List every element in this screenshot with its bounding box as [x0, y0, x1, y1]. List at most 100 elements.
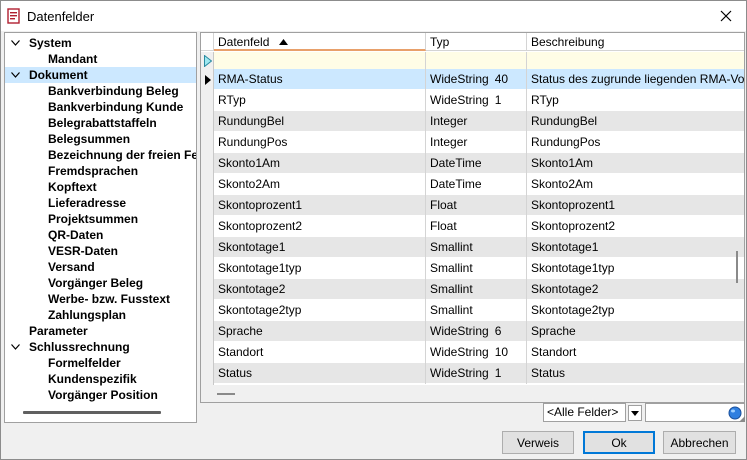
cell-typ-size: 6	[494, 324, 502, 338]
tree-node[interactable]: Vorgänger Position	[5, 387, 196, 403]
tree-node-label: Belegrabattstaffeln	[48, 116, 157, 130]
tree-node-label: Formelfelder	[48, 356, 121, 370]
cell-typ-name: Float	[430, 198, 457, 212]
grid-header: Datenfeld Typ Beschreibung	[201, 33, 744, 51]
abbrechen-button[interactable]: Abbrechen	[663, 431, 736, 454]
tree-node[interactable]: Projektsummen	[5, 211, 196, 227]
tree-node-label: Parameter	[29, 324, 88, 338]
tree-node-label: Lieferadresse	[48, 196, 127, 210]
table-row[interactable]: Skontoprozent2 Float Skontoprozent2	[214, 216, 744, 237]
field-category-tree[interactable]: System Mandant Dokument Bankverbindung Bele…	[4, 32, 197, 423]
cell-typ-name: Integer	[430, 114, 468, 128]
cell-typ: WideString 1	[426, 90, 527, 111]
table-row[interactable]: RMA-Status WideString 40 Status des zugrund…	[214, 69, 744, 90]
verweis-button[interactable]: Verweis	[502, 431, 574, 454]
table-row[interactable]: RTyp WideString 1 RTyp	[214, 90, 744, 111]
cell-datenfeld: RMA-Status	[214, 69, 426, 90]
cell-datenfeld: Skontotage2typ	[214, 300, 426, 321]
tree-node-label: VESR-Daten	[48, 244, 119, 258]
tree-node[interactable]: QR-Daten	[5, 227, 196, 243]
table-row[interactable]: Skonto1Am DateTime Skonto1Am	[214, 153, 744, 174]
cell-typ-size: 1	[494, 366, 502, 380]
tree-node[interactable]: Lieferadresse	[5, 195, 196, 211]
cell-beschreibung: Skontoprozent1	[531, 198, 616, 212]
field-filter-dropdown-button[interactable]	[628, 405, 642, 421]
tree-node[interactable]: Kopftext	[5, 179, 196, 195]
datenfelder-dialog: Datenfelder System Mandant Dokument Bankver…	[0, 0, 747, 460]
cell-typ-name: WideString	[430, 324, 489, 338]
table-row[interactable]: Standort WideString 10 Standort	[214, 342, 744, 363]
tree-node[interactable]: Belegsummen	[5, 131, 196, 147]
cell-typ: DateTime	[426, 174, 527, 195]
grid-horizontal-scrollbar[interactable]	[201, 385, 744, 402]
tree-node[interactable]: Belegrabattstaffeln	[5, 115, 196, 131]
cell-typ-name: WideString	[430, 345, 489, 359]
tree-node[interactable]: Zahlungsplan	[5, 307, 196, 323]
table-row[interactable]: Skontotage2typ Smallint Skontotage2typ	[214, 300, 744, 321]
tree-node-label: Schlussrechnung	[29, 340, 130, 354]
tree-node-label: Bankverbindung Kunde	[48, 100, 184, 114]
tree-node[interactable]: Formelfelder	[5, 355, 196, 371]
tree-node[interactable]: Parameter	[5, 323, 196, 339]
tree-node[interactable]: Versand	[5, 259, 196, 275]
cell-typ-name: Integer	[430, 135, 468, 149]
table-row[interactable]: RundungBel Integer RundungBel	[214, 111, 744, 132]
table-row[interactable]: Status WideString 1 Status	[214, 363, 744, 384]
column-header-datenfeld[interactable]: Datenfeld	[214, 33, 426, 51]
tree-node[interactable]: Dokument	[5, 67, 196, 83]
tree-node[interactable]: VESR-Daten	[5, 243, 196, 259]
new-row-indicator-icon	[204, 54, 213, 70]
title-bar: Datenfelder	[1, 1, 746, 31]
field-filter-combo[interactable]: <Alle Felder>	[543, 403, 626, 422]
data-field-grid[interactable]: Datenfeld Typ Beschreibung RMA-Status Wi…	[200, 32, 745, 403]
cell-typ-name: WideString	[430, 93, 489, 107]
cell-beschreibung: Skonto1Am	[531, 156, 594, 170]
cell-typ: Smallint	[426, 237, 527, 258]
table-row[interactable]: Skontoprozent1 Float Skontoprozent1	[214, 195, 744, 216]
table-row[interactable]: Skonto2Am DateTime Skonto2Am	[214, 174, 744, 195]
table-row[interactable]: Skontotage1 Smallint Skontotage1	[214, 237, 744, 258]
table-row[interactable]: RundungPos Integer RundungPos	[214, 132, 744, 153]
table-row[interactable]: Sprache WideString 6 Sprache	[214, 321, 744, 342]
tree-node[interactable]: System	[5, 35, 196, 51]
ok-button[interactable]: Ok	[583, 431, 655, 454]
tree-node[interactable]: Kundenspezifik	[5, 371, 196, 387]
table-row[interactable]: Skontotage1typ Smallint Skontotage1typ	[214, 258, 744, 279]
header-indicator	[201, 33, 214, 51]
tree-node[interactable]: Bezeichnung der freien Felder	[5, 147, 196, 163]
cell-typ-name: Smallint	[430, 240, 473, 254]
cell-typ-name: WideString	[430, 366, 489, 380]
cell-beschreibung: Standort	[531, 345, 577, 359]
cell-typ-size: 1	[494, 93, 502, 107]
tree-horizontal-scrollbar[interactable]	[23, 411, 161, 414]
scroll-thumb[interactable]	[217, 393, 235, 395]
close-button[interactable]	[712, 4, 740, 28]
cell-typ-name: Float	[430, 219, 457, 233]
tree-node[interactable]: Bankverbindung Beleg	[5, 83, 196, 99]
chevron-down-icon[interactable]	[9, 67, 21, 83]
cell-typ-name: DateTime	[430, 156, 482, 170]
tree-node[interactable]: Schlussrechnung	[5, 339, 196, 355]
column-header-typ[interactable]: Typ	[426, 33, 527, 51]
tree-node[interactable]: Bankverbindung Kunde	[5, 99, 196, 115]
cell-beschreibung: Skontotage2	[531, 282, 599, 296]
cell-beschreibung: Skontotage1typ	[531, 261, 615, 275]
table-row[interactable]: Skontotage2 Smallint Skontotage2	[214, 279, 744, 300]
field-search-input[interactable]	[645, 403, 745, 422]
column-header-beschreibung[interactable]: Beschreibung	[527, 33, 744, 51]
chevron-down-icon[interactable]	[9, 35, 21, 51]
tree-node[interactable]: Werbe- bzw. Fusstext	[5, 291, 196, 307]
grid-vertical-scrollbar[interactable]	[736, 251, 738, 283]
cell-beschreibung: Skontoprozent2	[531, 219, 616, 233]
chevron-down-icon[interactable]	[9, 339, 21, 355]
tree-node[interactable]: Vorgänger Beleg	[5, 275, 196, 291]
tree-node-label: Bankverbindung Beleg	[48, 84, 179, 98]
tree-node[interactable]: Fremdsprachen	[5, 163, 196, 179]
tree-node[interactable]: Mandant	[5, 51, 196, 67]
cell-datenfeld: RundungPos	[214, 132, 426, 153]
cell-datenfeld: RundungBel	[214, 111, 426, 132]
cell-beschreibung: Status	[531, 366, 566, 380]
cell-beschreibung: Skontotage2typ	[531, 303, 615, 317]
tree-node-label: Versand	[48, 260, 95, 274]
cell-datenfeld: Skontotage1	[214, 237, 426, 258]
